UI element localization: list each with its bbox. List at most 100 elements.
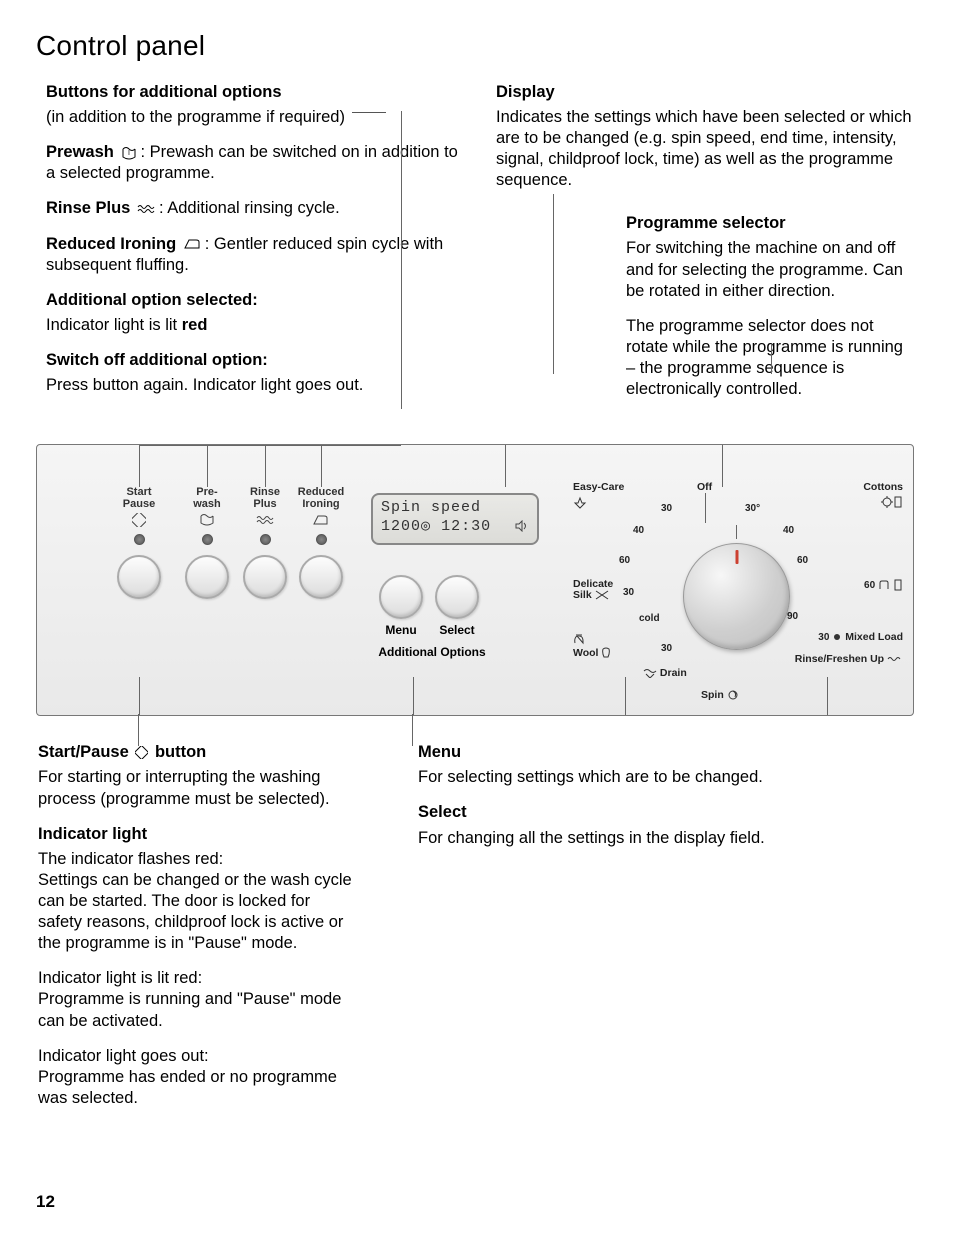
rinseplus-after: : Additional rinsing cycle. <box>159 199 340 217</box>
callout-line <box>412 714 413 746</box>
col-display-selector: Display Indicates the settings which hav… <box>496 82 916 414</box>
callout-line <box>771 344 772 374</box>
display-line2: 1200◎ 12:30 <box>381 517 529 536</box>
rpm-icon: ◎ <box>421 518 431 535</box>
selector-p1: For switching the machine on and off and… <box>626 238 916 301</box>
indicator-p2: Indicator light is lit red: Programme is… <box>38 968 358 1031</box>
prewash-label: Prewash <box>46 143 114 161</box>
wool-icon <box>601 647 611 659</box>
display-heading: Display <box>496 83 555 101</box>
callout-line <box>321 445 322 487</box>
rinse-plus-button[interactable] <box>243 555 287 599</box>
callout-leader <box>352 112 386 113</box>
lower-columns: Start/Pause button For starting or inter… <box>36 742 916 1123</box>
callout-line <box>139 445 140 487</box>
programme-dial-area: Easy-Care Cottons Off Delicate Silk Wool <box>573 483 903 705</box>
callout-line <box>207 445 208 487</box>
selector-heading: Programme selector <box>626 214 786 232</box>
reduced-label: Reduced Ironing <box>46 235 176 253</box>
startpause-heading: Start/Pause button <box>38 743 206 761</box>
rinse-icon <box>887 655 903 663</box>
svg-text:I: I <box>128 150 130 157</box>
lower-col-left: Start/Pause button For starting or inter… <box>36 742 358 1123</box>
opt-selected-t: Indicator light is lit red <box>46 315 466 336</box>
buttons-subhead: (in addition to the programme if require… <box>46 107 466 128</box>
mixed-load-icon <box>832 632 842 642</box>
dial-cottons-label: Cottons <box>863 481 903 509</box>
dial-pointer <box>735 550 738 564</box>
callout-line <box>505 445 506 487</box>
switchoff-t: Press button again. Indicator light goes… <box>46 375 466 396</box>
indicator-light <box>260 534 271 545</box>
dial-temp: 30 <box>661 503 672 516</box>
prewash-line: Prewash I : Prewash can be switched on i… <box>46 142 466 184</box>
spin-icon <box>727 689 739 701</box>
dial-temp: cold <box>639 613 660 626</box>
callout-line <box>722 445 723 487</box>
display-body: Indicates the settings which have been s… <box>496 107 916 191</box>
dial-wool-label: Wool <box>573 633 611 660</box>
dial-60-intensive-label: 60 <box>864 579 903 593</box>
callout-line <box>705 493 706 523</box>
opt-selected-h: Additional option selected: <box>46 291 258 309</box>
dial-temp: 60 <box>797 555 808 568</box>
stain-icon <box>893 579 903 591</box>
top-columns: Buttons for additional options (in addit… <box>36 82 916 414</box>
dial-drain-label: Drain <box>643 667 687 680</box>
start-pause-icon <box>109 512 169 528</box>
page: Control panel Buttons for additional opt… <box>36 28 916 1123</box>
reduced-line: Reduced Ironing : Gentler reduced spin c… <box>46 234 466 276</box>
menu-text: For selecting settings which are to be c… <box>418 767 916 788</box>
dial-temp: 90 <box>787 611 798 624</box>
switchoff-h: Switch off additional option: <box>46 351 268 369</box>
panel-diagram: StartPause Pre-wash RinsePlus <box>36 444 916 716</box>
callout-line <box>401 111 402 409</box>
indicator-light <box>316 534 327 545</box>
menu-label: Menu <box>373 623 429 638</box>
btn-prewash: Pre-wash <box>177 487 237 599</box>
rinseplus-line: Rinse Plus : Additional rinsing cycle. <box>46 198 466 219</box>
cottons-icon <box>881 495 903 509</box>
rinseplus-icon <box>137 198 157 219</box>
reduced-ironing-button[interactable] <box>299 555 343 599</box>
iron-icon <box>183 234 203 255</box>
red-word: red <box>182 316 208 334</box>
speaker-icon <box>515 520 529 534</box>
additional-options-label: Additional Options <box>357 645 507 660</box>
intensive-icon <box>878 579 890 591</box>
callout-line <box>265 445 266 487</box>
btn-menu: Menu <box>373 567 429 638</box>
easycare-icon <box>573 495 587 509</box>
menu-heading: Menu <box>418 743 461 761</box>
select-heading: Select <box>418 803 467 821</box>
callout-line <box>139 677 140 715</box>
select-label: Select <box>429 623 485 638</box>
callout-line <box>553 194 554 374</box>
btn-start-pause: StartPause <box>109 487 169 599</box>
indicator-p1: The indicator flashes red: Settings can … <box>38 849 358 955</box>
btn-reduced-ironing: ReducedIroning <box>291 487 351 599</box>
dial-temp: 30° <box>745 503 760 516</box>
prewash-button[interactable] <box>185 555 229 599</box>
lcd-display: Spin speed 1200◎ 12:30 <box>371 493 539 545</box>
dial-easycare-label: Easy-Care <box>573 481 624 509</box>
dial-temp: 40 <box>633 525 644 538</box>
select-button[interactable] <box>435 575 479 619</box>
select-text: For changing all the settings in the dis… <box>418 828 916 849</box>
dial-rinse-refresh-label: Rinse/Freshen Up <box>795 653 903 666</box>
page-title: Control panel <box>36 28 916 64</box>
dial-temp: 40 <box>783 525 794 538</box>
dial-temp: 30 <box>623 587 634 600</box>
indicator-heading: Indicator light <box>38 825 147 843</box>
prewash-icon: I <box>120 142 138 163</box>
startpause-text: For starting or interrupting the washing… <box>38 767 358 809</box>
indicator-light <box>134 534 145 545</box>
start-pause-button[interactable] <box>117 555 161 599</box>
programme-selector-knob[interactable] <box>683 543 790 650</box>
rinseplus-icon <box>235 512 295 528</box>
btn-select: Select <box>429 567 485 638</box>
handwash-icon <box>573 633 585 645</box>
menu-button[interactable] <box>379 575 423 619</box>
indicator-p3: Indicator light goes out: Programme has … <box>38 1046 358 1109</box>
dial-temp: 60 <box>619 555 630 568</box>
